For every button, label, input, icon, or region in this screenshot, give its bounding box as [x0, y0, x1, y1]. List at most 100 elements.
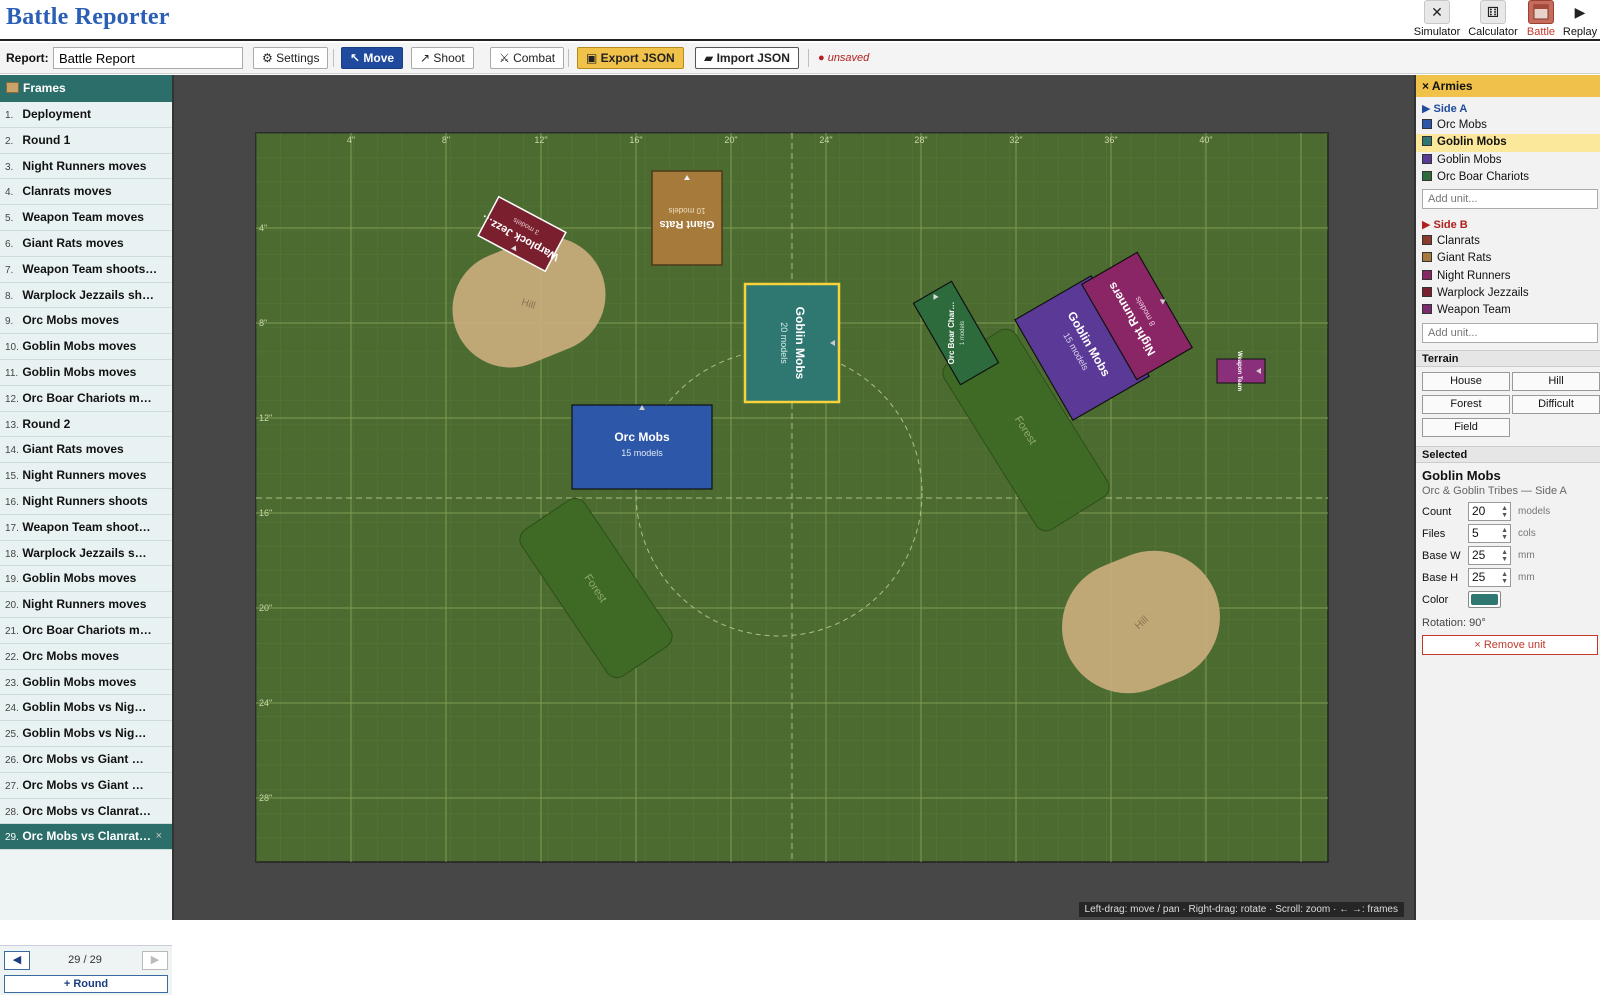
- base-width-input[interactable]: 25 ▲ ▼: [1468, 545, 1511, 565]
- add-difficult-button[interactable]: Difficult: [1512, 394, 1600, 414]
- base-height-input[interactable]: 25 ▲ ▼: [1468, 567, 1511, 587]
- prev-frame-button[interactable]: ◀: [4, 951, 30, 970]
- battle-canvas[interactable]: 4" 8" 12" 16" 20" 24" 28" 32" 36" 40" 4" 8" 12" 16" 2…: [174, 75, 1414, 920]
- army-unit-row[interactable]: Weapon Team: [1416, 302, 1600, 319]
- combat-tool-button[interactable]: ⚔ Combat: [490, 47, 565, 69]
- frame-item[interactable]: 18. Warplock Jezzails s…: [0, 540, 172, 567]
- base-width-label: Base W: [1422, 549, 1461, 562]
- frame-number: 5.: [5, 213, 14, 225]
- close-icon: ✕: [1424, 0, 1450, 24]
- frame-number: 23.: [5, 677, 19, 689]
- stepper-icon[interactable]: ▲ ▼: [1501, 505, 1508, 519]
- battle-board-svg[interactable]: 4" 8" 12" 16" 20" 24" 28" 32" 36" 40" 4" 8" 12" 16" 2…: [174, 75, 1414, 920]
- files-row: Files 5 ▲ ▼ cols: [1416, 523, 1600, 545]
- shoot-tool-button[interactable]: ↗ Shoot: [411, 47, 474, 69]
- mode-label: Calculator: [1468, 26, 1518, 38]
- ruler-tick-label: 8": [442, 135, 450, 145]
- frame-label: Goblin Mobs moves: [22, 571, 137, 586]
- stepper-icon[interactable]: ▲ ▼: [1501, 527, 1508, 541]
- frame-item[interactable]: 9. Orc Mobs moves: [0, 308, 172, 335]
- frame-item[interactable]: 21. Orc Boar Chariots m…: [0, 617, 172, 644]
- army-unit-row[interactable]: Goblin Mobs: [1416, 152, 1600, 169]
- frame-number: 21.: [5, 625, 19, 637]
- armies-header[interactable]: × Armies: [1416, 75, 1600, 97]
- mode-replay-button[interactable]: ▶ Replay: [1555, 0, 1600, 40]
- add-round-button[interactable]: + Round: [4, 975, 168, 993]
- next-frame-button[interactable]: ▶: [142, 951, 168, 970]
- settings-button[interactable]: ⚙ Settings: [253, 47, 329, 69]
- side-b-add-unit-input[interactable]: [1422, 322, 1598, 343]
- report-name-input[interactable]: [53, 47, 243, 69]
- frame-item[interactable]: 29. Orc Mobs vs Clanrat… ×: [0, 824, 172, 851]
- add-field-button[interactable]: Field: [1422, 417, 1510, 437]
- unit-orc-mobs[interactable]: Orc Mobs 15 models: [571, 404, 713, 490]
- export-label: Export JSON: [600, 51, 675, 65]
- add-hill-button[interactable]: Hill: [1512, 371, 1600, 391]
- move-tool-button[interactable]: ↖ Move: [341, 47, 404, 69]
- frame-label: Clanrats moves: [22, 184, 112, 199]
- side-b-header[interactable]: ▶ Side B: [1422, 218, 1600, 231]
- frame-item[interactable]: 10. Goblin Mobs moves: [0, 334, 172, 360]
- terrain-section-header: Terrain: [1416, 349, 1600, 367]
- unit-color-swatch: [1422, 235, 1432, 246]
- stepper-icon[interactable]: ▲ ▼: [1501, 571, 1508, 585]
- close-icon[interactable]: ×: [156, 824, 162, 849]
- frame-label: Goblin Mobs moves: [22, 674, 137, 689]
- frame-item[interactable]: 5. Weapon Team moves: [0, 205, 172, 231]
- army-unit-row[interactable]: Orc Boar Chariots: [1416, 169, 1600, 186]
- army-unit-name: Warplock Jezzails: [1437, 287, 1529, 300]
- add-forest-button[interactable]: Forest: [1422, 394, 1510, 414]
- frame-item[interactable]: 3. Night Runners moves: [0, 153, 172, 180]
- frame-item[interactable]: 23. Goblin Mobs moves: [0, 669, 172, 696]
- mode-simulator-button[interactable]: ✕ Simulator: [1412, 0, 1462, 40]
- army-unit-row[interactable]: Giant Rats: [1416, 250, 1600, 267]
- frame-item[interactable]: 1. Deployment: [0, 102, 172, 128]
- toolbar: Report: ⚙ Settings ↖ Move ↗ Shoot ⚔ Comb…: [0, 43, 1600, 74]
- army-unit-row[interactable]: Night Runners: [1416, 268, 1600, 285]
- frame-number: 4.: [5, 187, 14, 199]
- add-house-button[interactable]: House: [1422, 371, 1510, 391]
- files-input[interactable]: 5 ▲ ▼: [1468, 523, 1511, 543]
- frame-item[interactable]: 7. Weapon Team shoots…: [0, 256, 172, 283]
- unit-giant-rats[interactable]: Giant Rats 10 models: [651, 170, 723, 266]
- frame-item[interactable]: 28. Orc Mobs vs Clanrat…: [0, 798, 172, 825]
- frame-item[interactable]: 2. Round 1: [0, 127, 172, 154]
- unit-goblin-mobs-selected[interactable]: Goblin Mobs 20 models: [743, 282, 841, 404]
- frame-item[interactable]: 26. Orc Mobs vs Giant …: [0, 746, 172, 773]
- side-a-add-unit-input[interactable]: [1422, 189, 1598, 210]
- remove-unit-button[interactable]: × Remove unit: [1422, 634, 1598, 655]
- frame-item[interactable]: 16. Night Runners shoots: [0, 488, 172, 515]
- export-json-button[interactable]: ▣ Export JSON: [577, 47, 684, 69]
- frame-item[interactable]: 11. Goblin Mobs moves: [0, 359, 172, 386]
- frame-item[interactable]: 24. Goblin Mobs vs Nig…: [0, 695, 172, 722]
- frame-item[interactable]: 14. Giant Rats moves: [0, 437, 172, 464]
- count-input[interactable]: 20 ▲ ▼: [1468, 501, 1511, 521]
- frame-item[interactable]: 22. Orc Mobs moves: [0, 643, 172, 670]
- frame-item[interactable]: 13. Round 2: [0, 411, 172, 438]
- army-unit-row[interactable]: Orc Mobs: [1416, 117, 1600, 134]
- frame-item[interactable]: 6. Giant Rats moves: [0, 230, 172, 257]
- import-json-button[interactable]: ▰ Import JSON: [695, 47, 799, 69]
- frame-item[interactable]: 17. Weapon Team shoot…: [0, 514, 172, 541]
- frame-item[interactable]: 27. Orc Mobs vs Giant …: [0, 772, 172, 799]
- frame-item[interactable]: 19. Goblin Mobs moves: [0, 566, 172, 593]
- mode-calculator-button[interactable]: ⚅ Calculator: [1468, 0, 1518, 40]
- army-unit-row[interactable]: Warplock Jezzails: [1416, 285, 1600, 302]
- frame-item[interactable]: 4. Clanrats moves: [0, 179, 172, 206]
- frame-item[interactable]: 8. Warplock Jezzails sh…: [0, 282, 172, 309]
- frame-item[interactable]: 12. Orc Boar Chariots m…: [0, 385, 172, 412]
- frame-number: 22.: [5, 651, 19, 663]
- color-swatch: [1471, 593, 1498, 605]
- frame-item[interactable]: 15. Night Runners moves: [0, 463, 172, 489]
- stepper-icon[interactable]: ▲ ▼: [1501, 549, 1508, 563]
- frame-item[interactable]: 20. Night Runners moves: [0, 592, 172, 618]
- army-unit-row[interactable]: Clanrats: [1416, 233, 1600, 250]
- army-unit-row[interactable]: Goblin Mobs: [1416, 134, 1600, 152]
- color-picker[interactable]: [1468, 590, 1501, 608]
- frame-number: 15.: [5, 471, 19, 483]
- play-icon: ▶: [1567, 0, 1593, 24]
- frame-label: Orc Mobs vs Clanrat…: [22, 829, 152, 844]
- frame-item[interactable]: 25. Goblin Mobs vs Nig…: [0, 721, 172, 747]
- base-height-label: Base H: [1422, 571, 1459, 584]
- side-a-header[interactable]: ▶ Side A: [1422, 102, 1600, 115]
